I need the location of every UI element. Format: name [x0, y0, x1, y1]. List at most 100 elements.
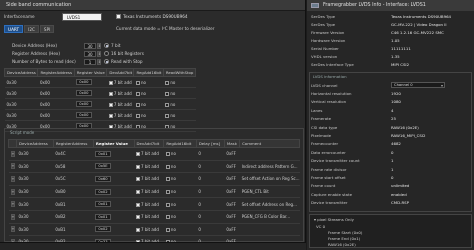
table-row[interactable]: +0x30 0x58 0x5E 7 bit add no 0 0xFF Indirect ad… [8, 160, 300, 174]
table-row[interactable]: 0x30 0x00 0x00 7 bit add no no [4, 87, 196, 99]
table-row[interactable]: +0x30 0x4C 0x01 7 bit add no 0 0xFF [8, 147, 300, 161]
col-register-value[interactable]: Register Value [73, 68, 108, 77]
table-row[interactable]: +0x30 0xB2 0x01 7 bit add no 0 0xFF PGEN_CFG B … [8, 210, 300, 224]
cell[interactable]: 0 [196, 197, 225, 211]
channel-select[interactable]: Channel 0 [391, 82, 445, 88]
checkbox[interactable] [165, 80, 170, 85]
cell[interactable]: 0xFF [224, 172, 240, 186]
cell[interactable]: 0x01 [93, 147, 135, 161]
col-devadd7bit[interactable]: DevAdd7bit [133, 139, 165, 148]
cell[interactable]: 0xB0 [53, 185, 94, 199]
cell[interactable]: 0xFF [224, 197, 240, 211]
register-address-input[interactable]: 30 [84, 51, 96, 57]
col-register-address[interactable]: RegisterAddress [37, 68, 75, 77]
cell[interactable]: 0x00 [37, 76, 75, 88]
value-box[interactable]: 0x01 [95, 150, 111, 157]
cell[interactable]: 0xFF [224, 210, 240, 224]
row-selector[interactable]: + [8, 223, 17, 237]
checkbox[interactable] [165, 102, 170, 107]
cell[interactable]: 0x60 [93, 172, 135, 186]
cell[interactable]: no [163, 223, 197, 237]
cell[interactable]: Set offset Address on Reg... [239, 197, 300, 211]
row-selector[interactable]: + [8, 147, 17, 161]
radio-read-stop[interactable] [104, 59, 109, 64]
tree-item[interactable]: RAW16 (0x2E) [328, 242, 356, 247]
checkbox[interactable] [165, 215, 170, 220]
value-box[interactable]: 0x60 [95, 175, 111, 182]
cell[interactable]: 7 bit add [134, 185, 164, 199]
col-regadd16bit[interactable]: RegAdd16bit [133, 68, 164, 77]
radio-16bit[interactable] [104, 51, 109, 56]
checkbox[interactable] [165, 177, 170, 182]
tree-item[interactable]: Frame Start (0x0) [328, 230, 362, 235]
cell[interactable]: 0xFF [224, 185, 240, 199]
cell[interactable]: 7 bit add [134, 223, 164, 237]
checkbox[interactable] [135, 102, 140, 107]
cell[interactable]: 0x30 [4, 109, 38, 121]
cell[interactable]: 0x00 [37, 87, 75, 99]
cell[interactable]: 0x30 [4, 98, 38, 110]
tree-item[interactable]: Frame End (0x1) [328, 236, 360, 241]
col-devadd7bit[interactable]: DevAdd7bit [106, 68, 135, 77]
value-box[interactable]: 0x00 [76, 112, 92, 118]
cell[interactable]: 0 [196, 147, 225, 161]
col-delay[interactable]: Delay [ms] [195, 139, 225, 148]
bytes-to-read-spinner[interactable]: ⇕ [97, 59, 101, 65]
cell[interactable]: 0xB1 [53, 223, 94, 237]
cell[interactable]: 0x5C [53, 172, 94, 186]
value-box[interactable]: 0x02 [95, 226, 111, 233]
cell[interactable]: 7 bit add [134, 147, 164, 161]
cell[interactable]: 0x00 [37, 109, 75, 121]
cell[interactable]: 7 bit add [134, 160, 164, 174]
cell[interactable]: 0x30 [16, 223, 54, 237]
col-readwithstop[interactable]: ReadWithStop [162, 68, 197, 77]
col-device-address[interactable]: DeviceAddress [16, 139, 54, 148]
radio-7bit[interactable] [104, 43, 109, 48]
cell[interactable]: Indirect address Pattern G... [239, 160, 300, 174]
table-row[interactable]: +0x30 0xB0 0x02 7 bit add no 0 0xFF PGEN_CTL Bi… [8, 185, 300, 199]
cell[interactable]: 0 [196, 160, 225, 174]
device-address-input[interactable]: 30 [84, 43, 96, 49]
cell[interactable]: no [163, 109, 196, 121]
cell[interactable]: no [163, 87, 196, 99]
cell[interactable]: no [163, 160, 197, 174]
cell[interactable]: no [133, 87, 164, 99]
cell[interactable]: 7 bit add [106, 98, 134, 110]
checkbox[interactable] [108, 102, 113, 107]
table-row[interactable]: +0x30 0xB1 0x01 7 bit add no 0 0xFF Set offset … [8, 197, 300, 211]
cell[interactable]: 0xB1 [53, 197, 94, 211]
cell[interactable]: 7 bit add [106, 109, 134, 121]
tree-item[interactable]: VC 0 [316, 224, 325, 229]
tab-uart[interactable]: UART [4, 25, 24, 33]
col-regadd16bit[interactable]: RegAdd16bit [163, 139, 197, 148]
col-comment[interactable]: Comment [239, 139, 300, 148]
cell[interactable]: 0x30 [16, 197, 54, 211]
interface-input[interactable]: LVDS1 [62, 13, 102, 21]
cell[interactable]: 0x01 [93, 210, 135, 224]
cell[interactable]: 0x30 [4, 87, 38, 99]
value-box[interactable]: 0x01 [95, 213, 111, 220]
cell[interactable]: 0x30 [4, 76, 38, 88]
cell[interactable]: no [133, 76, 164, 88]
cell[interactable]: 0x30 [16, 160, 54, 174]
value-box[interactable]: 0x00 [76, 90, 92, 96]
cell[interactable]: 0x58 [53, 160, 94, 174]
cell[interactable]: 0x5E [93, 160, 135, 174]
checkbox[interactable] [136, 215, 141, 220]
row-selector[interactable]: + [8, 160, 17, 174]
value-box[interactable]: 0x00 [76, 79, 92, 85]
cell[interactable]: no [163, 147, 197, 161]
col-mask[interactable]: Mask [223, 139, 241, 148]
col-register-address[interactable]: RegisterAddress [52, 139, 94, 148]
checkbox[interactable] [108, 113, 113, 118]
tab-spi[interactable]: SPI [39, 25, 55, 33]
cell[interactable]: 0x02 [93, 185, 135, 199]
table-row[interactable]: +0x30 0xB1 0x02 7 bit add no 0 0xFF [8, 223, 300, 237]
cell[interactable]: no [133, 109, 164, 121]
row-selector[interactable]: + [8, 185, 17, 199]
checkbox[interactable] [136, 177, 141, 182]
cell[interactable]: 0 [196, 223, 225, 237]
checkbox[interactable] [136, 164, 141, 169]
cell[interactable]: PGEN_CTL Bit [239, 185, 300, 199]
cell[interactable]: no [163, 197, 197, 211]
